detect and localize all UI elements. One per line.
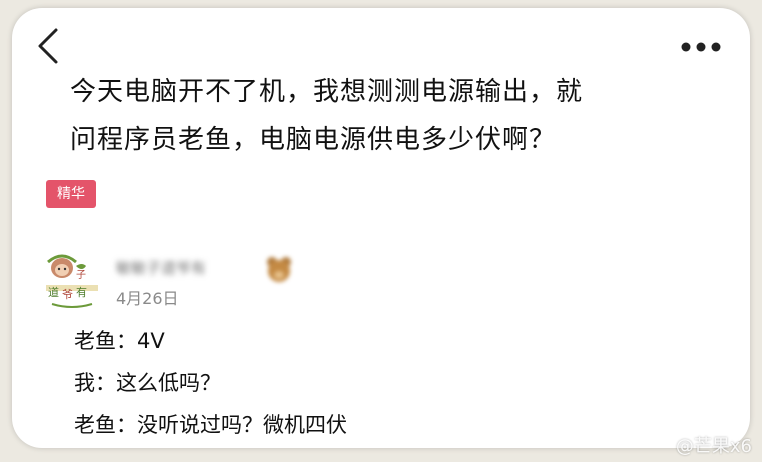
- more-dots-icon[interactable]: [680, 38, 726, 52]
- post-card: 今天电脑开不了机，我想测测电源输出，就 问程序员老鱼，电脑电源供电多少伏啊？ 精…: [12, 8, 750, 448]
- post-title: 今天电脑开不了机，我想测测电源输出，就 问程序员老鱼，电脑电源供电多少伏啊？: [70, 68, 690, 164]
- post-title-line-1: 今天电脑开不了机，我想测测电源输出，就: [70, 77, 584, 107]
- svg-text:爷: 爷: [62, 287, 73, 301]
- dialog-line-3: 老鱼：没听说过吗？微机四伏: [74, 413, 347, 437]
- dialog-line-1: 老鱼：4V: [74, 329, 165, 353]
- svg-text:道: 道: [48, 285, 59, 299]
- post-title-line-2: 问程序员老鱼，电脑电源供电多少伏啊？: [70, 125, 557, 155]
- source-watermark: @芒果x6: [675, 436, 752, 457]
- dialog-line-2: 我：这么低吗？: [74, 371, 221, 395]
- bear-emoji-icon: [264, 254, 294, 284]
- user-avatar[interactable]: 子 道 爷 有: [40, 248, 104, 312]
- svg-text:子: 子: [76, 269, 86, 281]
- comment-username[interactable]: 敏敏子道爷有: [116, 256, 206, 280]
- featured-badge: 精华: [46, 180, 96, 208]
- back-chevron-icon[interactable]: [34, 26, 62, 66]
- svg-text:有: 有: [76, 285, 87, 299]
- comment-body: 老鱼：4V 我：这么低吗？ 老鱼：没听说过吗？微机四伏: [74, 320, 347, 446]
- comment-date: 4月26日: [116, 289, 179, 308]
